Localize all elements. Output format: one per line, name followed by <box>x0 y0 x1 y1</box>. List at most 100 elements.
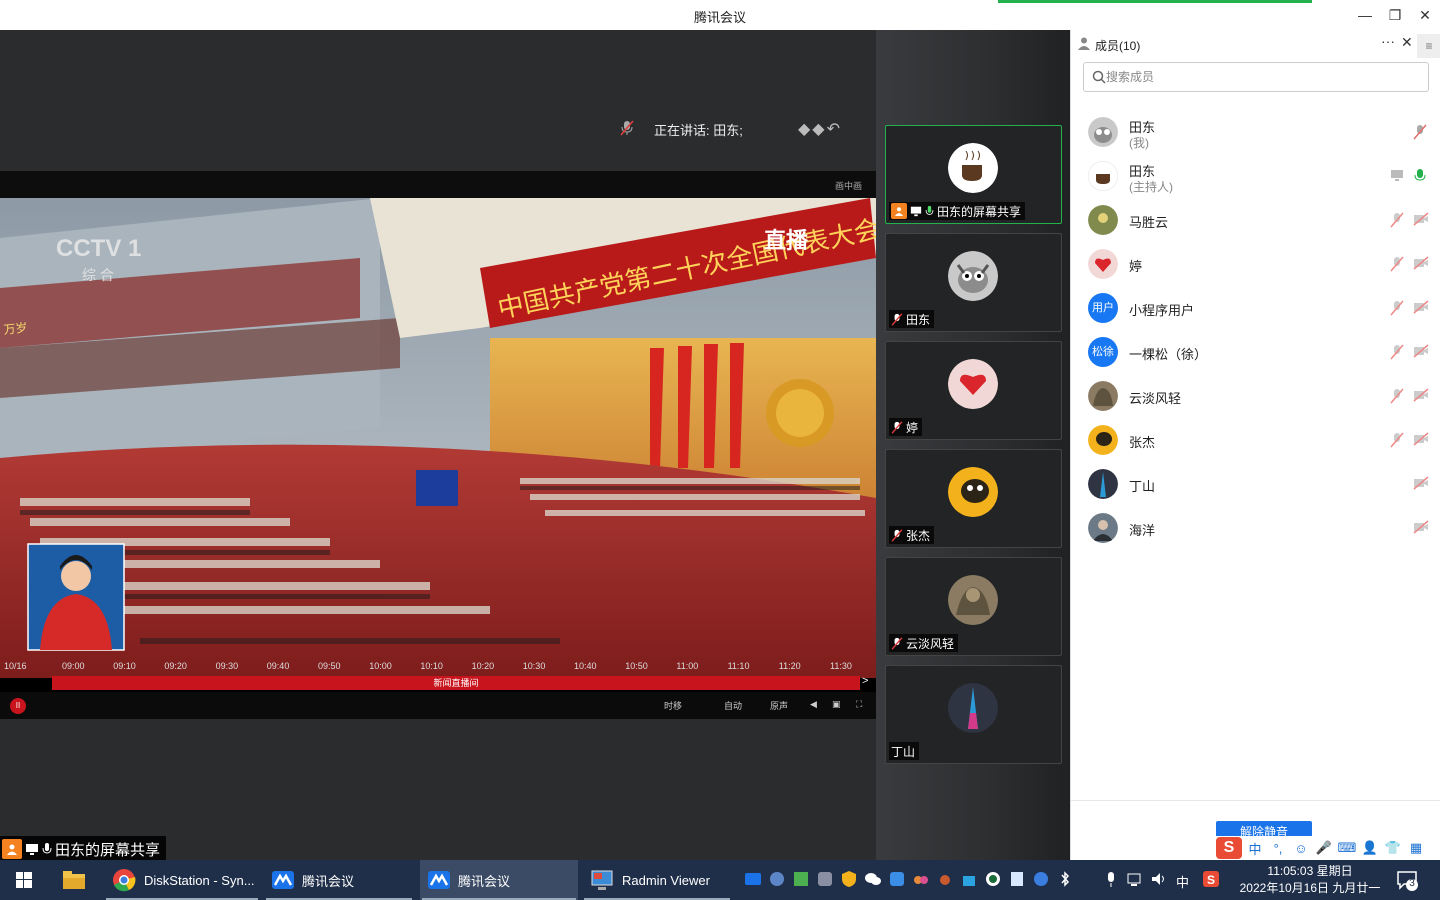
skin-icon[interactable]: 👕 <box>1383 840 1403 856</box>
auto-quality[interactable]: 自动 <box>724 699 742 712</box>
keyboard-icon[interactable]: ⌨ <box>1337 840 1357 856</box>
file-explorer-icon[interactable] <box>62 869 86 894</box>
minimize-button[interactable]: — <box>1350 0 1380 30</box>
member-row[interactable]: 云淡风轻 <box>1071 374 1440 418</box>
pip-icon[interactable]: ▣ <box>832 699 841 710</box>
shield-icon[interactable] <box>840 870 858 888</box>
taskbar-app-label: 腾讯会议 <box>302 873 355 889</box>
fullscreen-icon[interactable]: ⛶ <box>856 699 862 710</box>
app-tray-icon[interactable] <box>984 870 1002 888</box>
member-avatar-text: 用户 <box>1088 293 1118 323</box>
tile-participant[interactable]: 婷 <box>885 341 1062 440</box>
muted-mic-icon[interactable] <box>1390 432 1404 448</box>
video-off-icon[interactable] <box>1413 476 1429 490</box>
member-row[interactable]: 田东 (主持人) <box>1071 154 1440 198</box>
close-button[interactable]: ✕ <box>1410 0 1440 30</box>
muted-mic-icon[interactable] <box>1390 212 1404 228</box>
punctuation-icon[interactable]: °, <box>1268 841 1288 856</box>
video-off-icon[interactable] <box>1413 212 1429 226</box>
taskbar-app-diskstation[interactable]: DiskStation - Syn... <box>104 860 260 900</box>
input-language[interactable]: 中 <box>1176 872 1189 891</box>
muted-mic-icon[interactable] <box>1390 344 1404 360</box>
next-arrow-icon[interactable]: > <box>862 675 868 687</box>
member-row[interactable]: 松徐 一棵松（徐） <box>1071 330 1440 374</box>
mic-on-icon[interactable] <box>1413 168 1427 184</box>
tile-participant[interactable]: 丁山 <box>885 665 1062 764</box>
tile-screen-share[interactable]: 田东的屏幕共享 <box>885 125 1062 224</box>
muted-mic-icon[interactable] <box>1413 124 1427 140</box>
volume-icon[interactable] <box>1150 870 1168 888</box>
member-role: (我) <box>1129 136 1149 150</box>
system-clock[interactable]: 11:05:03 星期日 2022年10月16日 九月廿一 <box>1230 863 1390 897</box>
ime-mode[interactable]: 中 <box>1245 839 1265 858</box>
shared-screen-video[interactable]: 画中画 中国共产党第二十次全国代表大会 CCTV 1 综 合 直播 万岁 10/… <box>0 171 876 719</box>
start-button[interactable] <box>0 860 48 900</box>
microphone-icon[interactable] <box>1102 870 1120 888</box>
tile-participant[interactable]: 云淡风轻 <box>885 557 1062 656</box>
program-bar[interactable]: 新闻直播间 <box>52 676 860 690</box>
app-tray-icon[interactable] <box>912 870 930 888</box>
member-row[interactable]: 丁山 <box>1071 462 1440 506</box>
video-off-icon[interactable] <box>1413 256 1429 270</box>
tile-participant[interactable]: 田东 <box>885 233 1062 332</box>
wechat-icon[interactable] <box>864 870 882 888</box>
app-tray-icon[interactable] <box>888 870 906 888</box>
member-name: 马胜云 <box>1129 215 1169 230</box>
member-search[interactable] <box>1083 62 1429 92</box>
video-off-icon[interactable] <box>1413 344 1429 358</box>
sogou-logo-icon[interactable]: S <box>1216 837 1242 859</box>
app-tray-icon[interactable] <box>1008 870 1026 888</box>
emoji-icon[interactable]: ☺ <box>1291 841 1311 856</box>
app-tray-icon[interactable] <box>960 870 978 888</box>
member-row[interactable]: 海洋 <box>1071 506 1440 550</box>
muted-mic-icon[interactable] <box>1390 256 1404 272</box>
video-off-icon[interactable] <box>1413 432 1429 446</box>
voice-icon[interactable]: 🎤 <box>1314 840 1334 856</box>
user-icon[interactable]: 👤 <box>1360 840 1380 856</box>
timeline-tick: 10:00 <box>369 661 392 671</box>
app-tray-icon[interactable] <box>936 870 954 888</box>
search-input[interactable] <box>1106 67 1416 87</box>
toolbox-icon[interactable]: ▦ <box>1406 840 1426 856</box>
muted-mic-icon[interactable] <box>1390 388 1404 404</box>
pause-button[interactable]: II <box>10 698 26 714</box>
tencent-meeting-tray-icon[interactable] <box>744 870 762 888</box>
video-off-icon[interactable] <box>1413 388 1429 402</box>
sogou-tray-icon[interactable]: S <box>1202 870 1220 888</box>
taskbar-app-tencent-meeting[interactable]: 腾讯会议 <box>264 860 414 900</box>
original-audio[interactable]: 原声 <box>770 699 788 712</box>
tencent-meeting-icon <box>272 871 294 889</box>
maximize-button[interactable]: ❐ <box>1380 0 1410 30</box>
volume-icon[interactable]: ◀ <box>810 699 817 710</box>
timeshift-toggle[interactable]: 时移 <box>664 699 682 712</box>
video-off-icon[interactable] <box>1413 300 1429 314</box>
network-icon[interactable] <box>1126 870 1144 888</box>
sidebar-toggle-icon[interactable]: ≡ <box>1417 34 1440 58</box>
app-tray-icon[interactable] <box>792 870 810 888</box>
member-row[interactable]: 张杰 <box>1071 418 1440 462</box>
tile-name: 婷 <box>889 418 923 436</box>
heart-hands-icon <box>948 359 998 409</box>
app-tray-icon[interactable] <box>768 870 786 888</box>
view-controls[interactable]: ◆◆↶ <box>798 119 842 139</box>
member-row[interactable]: 田东 (我) <box>1071 110 1440 154</box>
app-tray-icon[interactable] <box>816 870 834 888</box>
more-options-icon[interactable]: ··· <box>1381 33 1395 49</box>
video-off-icon[interactable] <box>1413 520 1429 534</box>
member-row[interactable]: 马胜云 <box>1071 198 1440 242</box>
close-panel-icon[interactable]: ✕ <box>1401 34 1413 51</box>
taskbar-app-radmin[interactable]: Radmin Viewer <box>582 860 732 900</box>
bluetooth-icon[interactable] <box>1056 870 1074 888</box>
tile-participant[interactable]: 张杰 <box>885 449 1062 548</box>
tile-name-text: 云淡风轻 <box>906 636 955 651</box>
pip-button[interactable]: 画中画 <box>835 179 862 192</box>
timeline-tick: 10:40 <box>574 661 597 671</box>
taskbar-app-tencent-meeting-active[interactable]: 腾讯会议 <box>420 860 578 900</box>
screen-share-icon <box>910 206 922 217</box>
member-row[interactable]: 用户 小程序用户 <box>1071 286 1440 330</box>
notification-center[interactable]: 3 <box>1396 869 1418 894</box>
muted-mic-icon[interactable] <box>1390 300 1404 316</box>
members-title: 成员(10) <box>1095 39 1141 53</box>
app-tray-icon[interactable] <box>1032 870 1050 888</box>
member-row[interactable]: 婷 <box>1071 242 1440 286</box>
